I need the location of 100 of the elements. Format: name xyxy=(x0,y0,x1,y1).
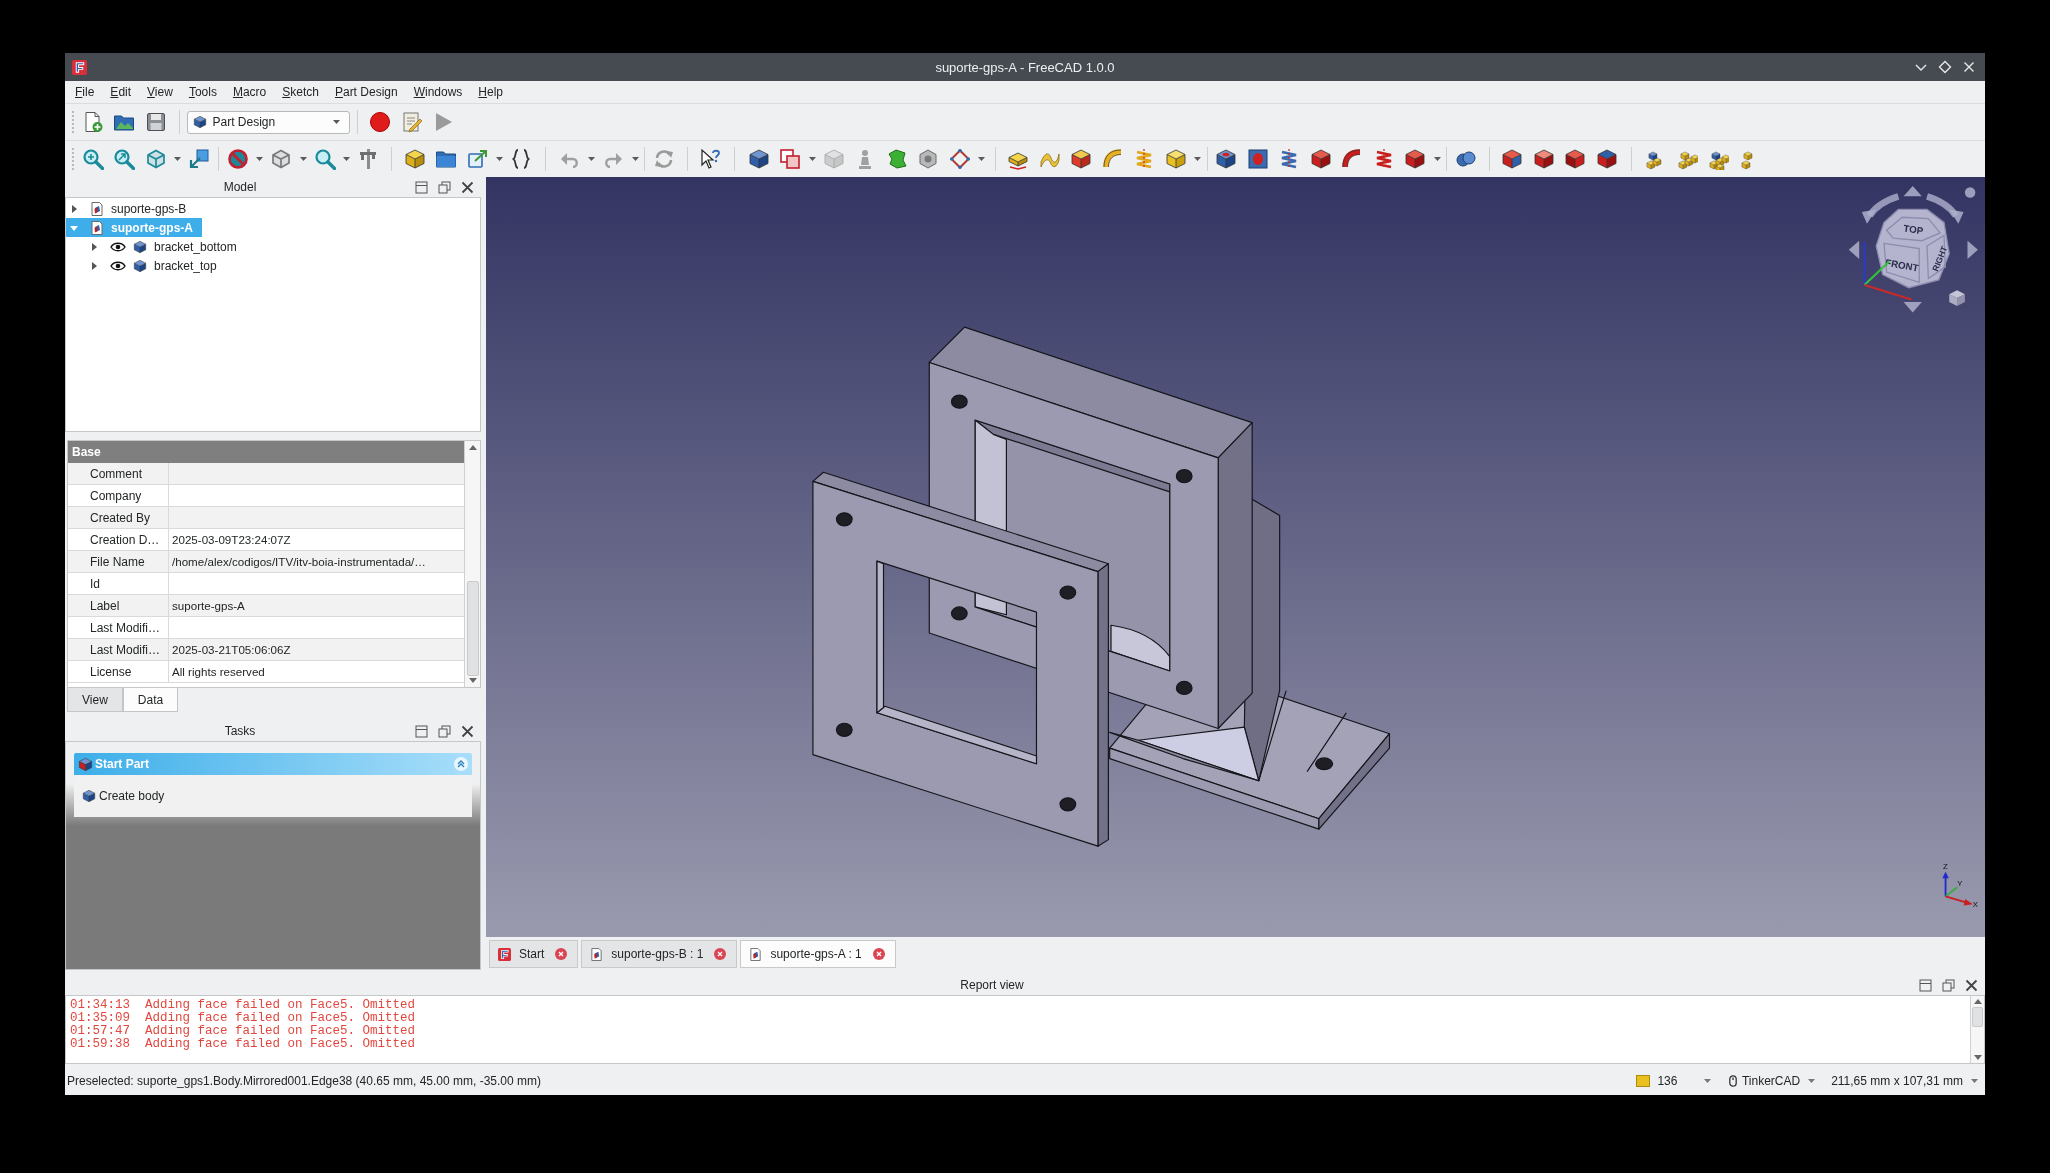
tab[interactable]: Data xyxy=(122,688,179,712)
overlapping-circles-icon[interactable] xyxy=(1454,148,1477,170)
block-icon[interactable] xyxy=(1215,148,1238,170)
close-icon[interactable] xyxy=(461,180,474,194)
overlapping-windows-icon[interactable] xyxy=(1942,978,1955,992)
caret-icon[interactable] xyxy=(588,157,595,161)
arrow-down-icon[interactable] xyxy=(1973,1055,1982,1060)
caret-icon[interactable] xyxy=(808,157,816,161)
export-arrow-icon[interactable] xyxy=(466,148,489,170)
arrow-up-icon[interactable] xyxy=(1973,999,1982,1004)
navigation-style-button[interactable]: TinkerCAD xyxy=(1728,1074,1818,1088)
folder-icon[interactable] xyxy=(435,148,458,170)
menu-item[interactable]: Help xyxy=(470,83,512,101)
curved-tube-icon[interactable] xyxy=(1101,148,1124,170)
window-icon[interactable] xyxy=(415,724,428,738)
caret-icon[interactable] xyxy=(496,157,503,161)
caret-icon[interactable] xyxy=(174,157,181,161)
window-icon[interactable] xyxy=(415,180,428,194)
hexagon-icon[interactable] xyxy=(917,148,940,170)
prohibited-sign-icon[interactable] xyxy=(226,148,249,170)
panel-title: Tasks xyxy=(224,724,256,738)
help-cursor-icon[interactable] xyxy=(699,148,722,170)
arrow-up-icon[interactable] xyxy=(468,445,477,450)
block-icon[interactable] xyxy=(1309,148,1332,170)
scrollbar-thumb[interactable] xyxy=(466,581,479,676)
menu-item[interactable]: View xyxy=(139,83,181,101)
caret-icon[interactable] xyxy=(256,157,263,161)
caret-icon[interactable] xyxy=(343,157,350,161)
overlapping-windows-icon[interactable] xyxy=(438,180,451,194)
property-name: Created By xyxy=(89,509,152,527)
magnifier-icon[interactable] xyxy=(313,148,336,170)
overlapping-squares-icon[interactable] xyxy=(779,148,802,170)
eye-icon[interactable] xyxy=(110,241,126,252)
window-icon[interactable] xyxy=(1919,978,1932,992)
document-tab[interactable]: Start xyxy=(489,940,579,968)
diamond-icon[interactable] xyxy=(948,148,971,170)
cube-icon[interactable] xyxy=(747,148,770,170)
block-icon[interactable] xyxy=(1501,148,1524,170)
magnifier-icon[interactable] xyxy=(81,148,104,170)
arrow-down-icon[interactable] xyxy=(468,678,477,683)
scrollbar[interactable] xyxy=(464,441,480,687)
scrollbar[interactable] xyxy=(1970,996,1984,1063)
save-icon[interactable] xyxy=(144,111,167,133)
dimension-dropdown[interactable]: 211,65 mm x 107,31 mm xyxy=(1831,1074,1980,1088)
caret-icon xyxy=(333,120,340,124)
record-icon[interactable] xyxy=(369,111,392,133)
close-icon[interactable] xyxy=(714,948,727,960)
cube-icon[interactable] xyxy=(1164,148,1187,170)
caret-icon[interactable] xyxy=(1703,1079,1711,1083)
block-icon[interactable] xyxy=(1532,148,1555,170)
document-tab[interactable]: suporte-gps-A : 1 xyxy=(740,940,896,968)
expand-arrow-icon[interactable] xyxy=(90,242,98,251)
tab[interactable]: View xyxy=(67,688,123,712)
status-count: 136 xyxy=(1657,1074,1678,1088)
menu-item[interactable]: Macro xyxy=(224,83,275,101)
magnifier-icon[interactable] xyxy=(113,148,136,170)
wireframe-cube-icon[interactable] xyxy=(270,148,293,170)
menu-item[interactable]: Windows xyxy=(405,83,471,101)
expand-arrow-icon[interactable] xyxy=(70,204,78,213)
double-chevron-icon[interactable] xyxy=(454,757,468,771)
tree-item[interactable]: suporte-gps-B xyxy=(66,199,196,218)
expand-arrow-icon[interactable] xyxy=(90,261,98,270)
stacked-blocks-icon[interactable] xyxy=(1707,148,1730,170)
menu-item[interactable]: Sketch xyxy=(274,83,327,101)
corner-arrow-icon[interactable] xyxy=(188,148,211,170)
panel-title: Model xyxy=(223,180,257,194)
wireframe-cube-icon[interactable] xyxy=(144,148,167,170)
caret-icon[interactable] xyxy=(1194,157,1201,161)
mouse-icon xyxy=(1728,1075,1737,1087)
eye-icon[interactable] xyxy=(110,260,126,271)
tree-item[interactable]: bracket_bottom xyxy=(86,237,246,256)
cube-icon xyxy=(133,239,147,254)
caret-icon xyxy=(1807,1079,1815,1083)
menu-item[interactable]: Tools xyxy=(180,83,225,101)
property-group: Base xyxy=(68,441,464,463)
block-icon[interactable] xyxy=(1595,148,1618,170)
block-icon[interactable] xyxy=(403,148,426,170)
document-tab[interactable]: suporte-gps-B : 1 xyxy=(581,940,738,968)
overlapping-windows-icon[interactable] xyxy=(438,724,451,738)
caret-icon[interactable] xyxy=(299,157,307,161)
close-icon[interactable] xyxy=(555,948,568,960)
scrollbar-thumb[interactable] xyxy=(1972,1007,1983,1027)
menu-item[interactable]: Part Design xyxy=(326,83,406,101)
stacked-blocks-icon[interactable] xyxy=(1675,148,1698,170)
close-icon[interactable] xyxy=(1965,978,1978,992)
caret-icon[interactable] xyxy=(978,157,985,161)
block-icon[interactable] xyxy=(1070,148,1093,170)
workbench-dropdown[interactable]: Part Design xyxy=(186,110,350,134)
menu-item[interactable]: File xyxy=(67,83,103,101)
square-hole-icon[interactable] xyxy=(1246,148,1269,170)
menu-item[interactable]: Edit xyxy=(102,83,140,101)
close-icon[interactable] xyxy=(461,724,474,738)
close-icon[interactable] xyxy=(872,948,885,960)
cube-icon[interactable] xyxy=(1404,148,1427,170)
notepad-pencil-icon[interactable] xyxy=(400,111,423,133)
task-action[interactable]: Create body xyxy=(82,789,165,803)
caret-icon[interactable] xyxy=(631,157,639,161)
caret-icon[interactable] xyxy=(1433,157,1441,161)
tree-item[interactable]: bracket_top xyxy=(86,256,226,275)
cube-icon[interactable] xyxy=(1564,148,1587,170)
